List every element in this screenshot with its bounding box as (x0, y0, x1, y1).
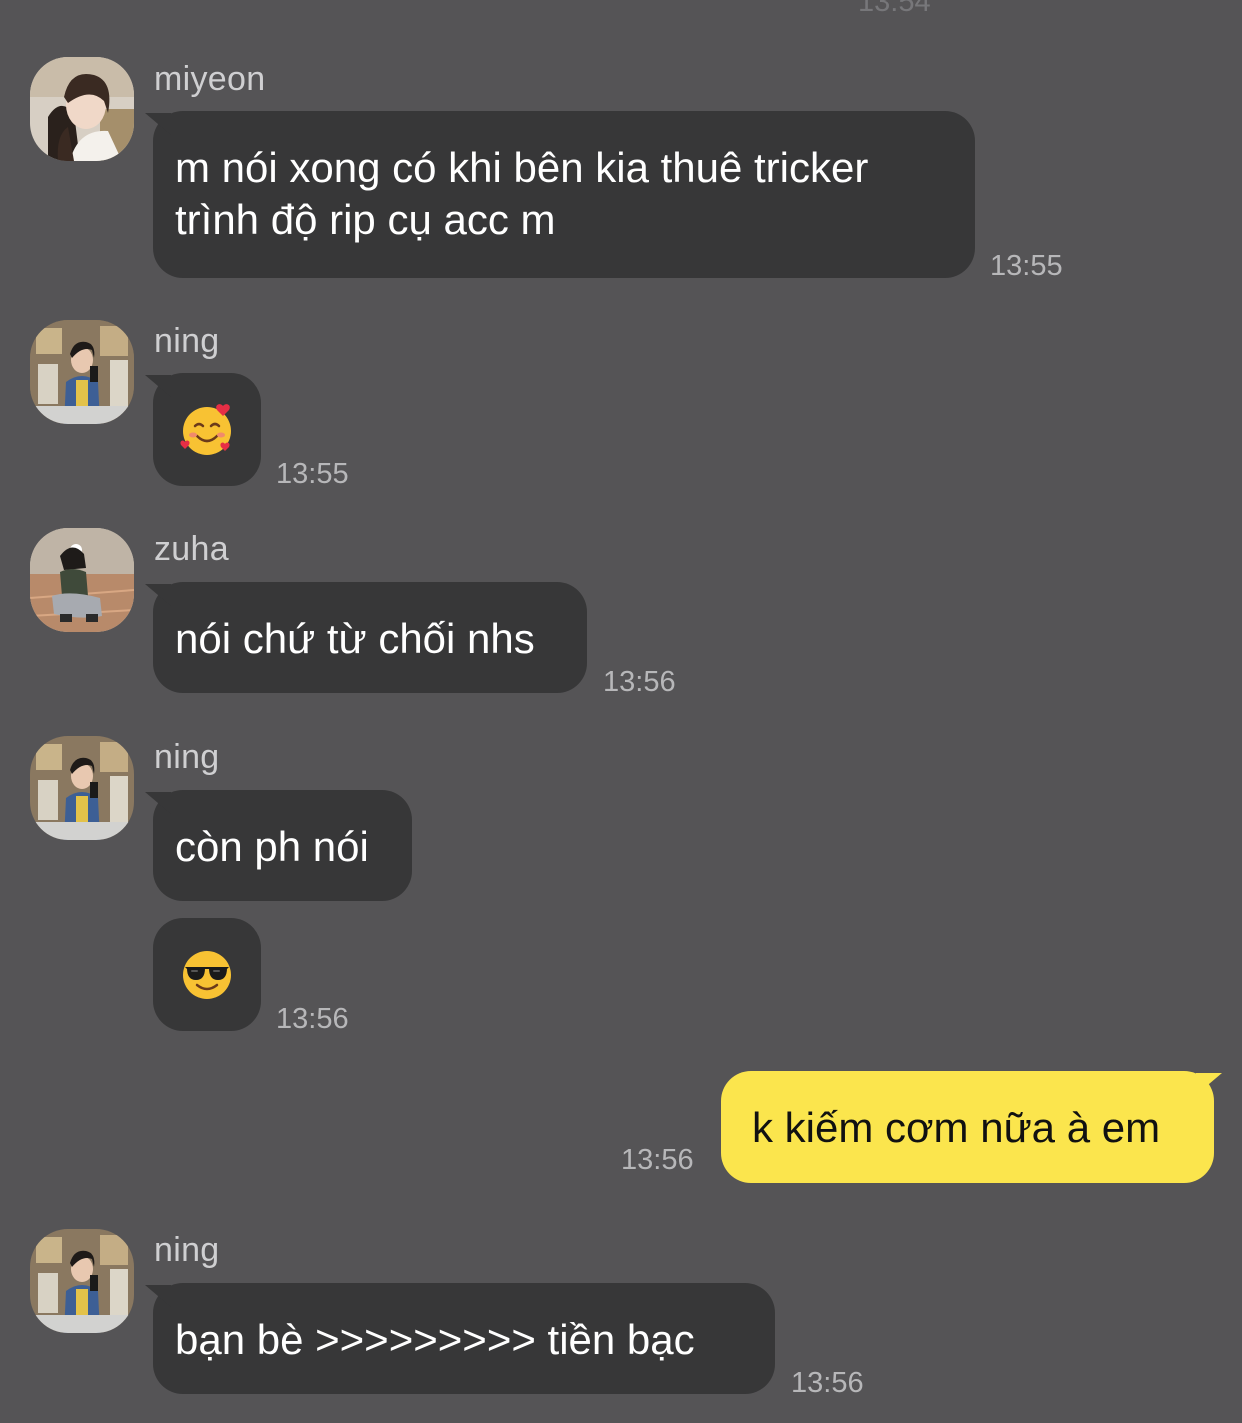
message-timestamp: 13:55 (276, 458, 349, 490)
message-text-line: m nói xong có khi bên kia thuê tricker (175, 144, 869, 191)
sender-name: ning (154, 1231, 220, 1269)
message-bubble[interactable]: m nói xong có khi bên kia thuê tricker t… (153, 111, 975, 278)
avatar-miyeon[interactable] (30, 57, 134, 161)
avatar-zuha[interactable] (30, 528, 134, 632)
message-text: còn ph nói (175, 823, 369, 870)
message-bubble[interactable]: bạn bè >>>>>>>>> tiền bạc (153, 1283, 775, 1394)
message-timestamp: 13:56 (621, 1144, 694, 1176)
message-text-line: trình độ rip cụ acc m (175, 196, 556, 243)
top-timestamp: 13:54 (858, 0, 931, 18)
avatar-ning-photo (30, 736, 134, 840)
emoji-message-bubble[interactable] (153, 918, 261, 1031)
emoji-message-bubble[interactable] (153, 373, 261, 486)
message-bubble[interactable]: còn ph nói (153, 790, 412, 901)
message-timestamp: 13:56 (791, 1367, 864, 1399)
sender-name: zuha (154, 530, 229, 568)
message-timestamp: 13:56 (603, 666, 676, 698)
avatar-ning[interactable] (30, 1229, 134, 1333)
sender-name: ning (154, 738, 220, 776)
avatar-ning-photo (30, 320, 134, 424)
message-text: k kiếm cơm nữa à em (752, 1104, 1161, 1151)
avatar-ning[interactable] (30, 736, 134, 840)
avatar-ning[interactable] (30, 320, 134, 424)
smiling-face-with-sunglasses-icon (183, 950, 231, 999)
smiling-face-with-hearts-icon (180, 403, 231, 455)
message-text: bạn bè >>>>>>>>> tiền bạc (175, 1316, 695, 1363)
message-timestamp: 13:55 (990, 250, 1063, 282)
sender-name: ning (154, 322, 220, 360)
sender-name: miyeon (154, 60, 266, 98)
avatar-miyeon-photo (30, 57, 134, 161)
message-bubble[interactable]: nói chứ từ chối nhs (153, 582, 587, 693)
avatar-zuha-photo (30, 528, 134, 632)
message-text: nói chứ từ chối nhs (175, 615, 535, 662)
message-timestamp: 13:56 (276, 1003, 349, 1035)
outgoing-message-bubble[interactable]: k kiếm cơm nữa à em (721, 1071, 1214, 1183)
avatar-ning-photo (30, 1229, 134, 1333)
